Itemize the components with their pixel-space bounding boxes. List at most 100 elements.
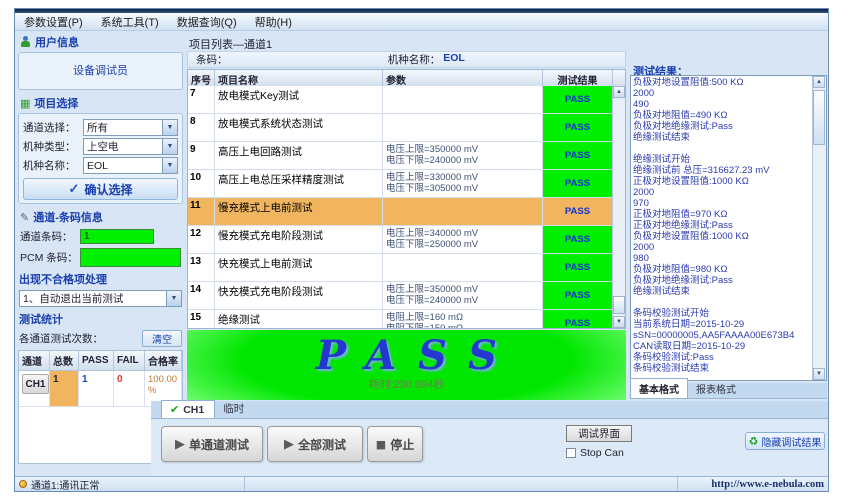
tab-temp[interactable]: 临时 [215, 399, 254, 418]
tab-report-format[interactable]: 报表格式 [688, 379, 744, 398]
result-format-tabs: 基本格式 报表格式 [630, 383, 827, 399]
chevron-down-icon[interactable]: ▼ [162, 120, 177, 135]
stop-can-checkbox[interactable] [566, 448, 576, 458]
header-no: 序号 [188, 70, 215, 86]
table-row[interactable]: 10 高压上电总压采样精度测试 电压上限=330000 mV 电压下限=3050… [188, 170, 625, 198]
tab-temp-label: 临时 [223, 401, 244, 416]
app-window: 参数设置(P) 系统工具(T) 数据查询(Q) 帮助(H) 用户信息 设备调试员… [14, 8, 829, 492]
debug-panel-button[interactable]: 调试界面 [566, 425, 632, 442]
table-row[interactable]: 8 放电模式系统状态测试 PASS [188, 114, 625, 142]
row-result: PASS [543, 86, 613, 113]
status-bar-spacer [245, 477, 678, 491]
user-info-box: 设备调试员 [18, 52, 183, 90]
status-bar: 通道1:通讯正常 http://www.e-nebula.com [15, 476, 828, 491]
stop-can-label: Stop Can [580, 447, 624, 459]
single-channel-test-button[interactable]: ▶ 单通道测试 [161, 426, 263, 462]
chevron-down-icon[interactable]: ▼ [162, 139, 177, 154]
check-icon: ✔ [170, 403, 179, 416]
pass-banner: PASS 耗时:230.094秒 [187, 330, 626, 400]
stats-channel-cell[interactable]: CH1 [22, 374, 49, 394]
menu-item-data-query[interactable]: 数据查询(Q) [168, 12, 246, 32]
row-result: PASS [543, 226, 613, 253]
elapsed-time-label: 耗时:230.094秒 [187, 376, 626, 392]
play-icon: ▶ [284, 437, 294, 452]
chevron-down-icon[interactable]: ▼ [166, 291, 181, 306]
model-name-caption: 机种名称： [388, 52, 441, 67]
stats-header-fail: FAIL [114, 351, 145, 371]
hide-results-button[interactable]: ♻ 隐藏调试结果 [745, 432, 825, 450]
table-row[interactable]: 7 放电模式Key测试 PASS [188, 86, 625, 114]
all-test-button[interactable]: ▶ 全部测试 [267, 426, 363, 462]
menu-item-system-tools[interactable]: 系统工具(T) [92, 12, 168, 32]
table-row[interactable]: 9 高压上电回路测试 电压上限=350000 mV 电压下限=240000 mV… [188, 142, 625, 170]
scrollbar-thumb[interactable] [613, 296, 625, 314]
table-header-row: 序号 项目名称 参数 测试结果 [188, 70, 625, 86]
table-scrollbar[interactable]: ▲ ▼ [612, 86, 625, 328]
table-row[interactable]: 14 快充模式充电阶段测试 电压上限=350000 mV 电压下限=240000… [188, 282, 625, 310]
stop-button[interactable]: ■ 停止 [367, 426, 423, 462]
table-row-selected[interactable]: 11 慢充模式上电前测试 PASS [188, 198, 625, 226]
hide-results-label: 隐藏调试结果 [761, 434, 821, 449]
pcm-barcode-label: PCM 条码： [20, 250, 80, 265]
clear-button[interactable]: 清空 [142, 330, 182, 347]
scroll-down-icon[interactable]: ▼ [613, 316, 625, 328]
channel-status-text: 通道1:通讯正常 [31, 477, 99, 492]
fail-handling-title: 出现不合格项处理 [17, 269, 184, 288]
project-select-title: 项目选择 [34, 95, 78, 111]
row-param [383, 86, 543, 113]
scroll-down-icon[interactable]: ▼ [813, 368, 825, 380]
row-no: 7 [188, 86, 215, 113]
table-row[interactable]: 13 快充模式上电前测试 PASS [188, 254, 625, 282]
channel-barcode-label: 通道条码： [20, 229, 80, 244]
scroll-up-icon[interactable]: ▲ [813, 76, 825, 88]
menu-item-param-settings[interactable]: 参数设置(P) [15, 12, 92, 32]
row-param: 电压上限=330000 mV 电压下限=305000 mV [383, 170, 543, 197]
model-type-dropdown[interactable]: 上空电 ▼ [83, 138, 178, 155]
user-role-label: 设备调试员 [23, 56, 178, 86]
status-url-text: http://www.e-nebula.com [678, 477, 828, 491]
table-row[interactable]: 15 绝缘测试 电阻上限=160 mΩ 电阻下限=150 mΩ PASS [188, 310, 625, 329]
header-param: 参数 [383, 70, 543, 86]
row-name: 慢充模式上电前测试 [215, 198, 383, 225]
row-result: PASS [543, 254, 613, 281]
project-select-box: 通道选择： 所有 ▼ 机种类型： 上空电 ▼ 机种名称： EOL ▼ [18, 113, 183, 204]
stop-can-checkbox-row[interactable]: Stop Can [566, 447, 624, 459]
pcm-barcode-input[interactable] [80, 248, 181, 267]
model-type-value: 上空电 [84, 139, 162, 154]
row-name: 绝缘测试 [215, 310, 383, 329]
pencil-icon: ✎ [20, 211, 29, 224]
model-name-dropdown[interactable]: EOL ▼ [83, 157, 178, 174]
stats-header-channel: 通道 [19, 351, 50, 371]
row-result: PASS [543, 142, 613, 169]
test-result-log: 负极对地设置阻值:500 KΩ 2000 490 负极对地阻值=490 KΩ 负… [633, 77, 811, 379]
channel-select-dropdown[interactable]: 所有 ▼ [83, 119, 178, 136]
scrollbar-thumb[interactable] [813, 90, 825, 145]
row-name: 放电模式系统状态测试 [215, 114, 383, 141]
model-name-label: 机种名称： [23, 158, 83, 173]
confirm-select-label: 确认选择 [84, 181, 132, 198]
table-row[interactable]: 12 慢充模式充电阶段测试 电压上限=340000 mV 电压下限=250000… [188, 226, 625, 254]
main-subheader: 条码： 机种名称： EOL [187, 51, 626, 68]
test-result-log-box[interactable]: 负极对地设置阻值:500 KΩ 2000 490 负极对地阻值=490 KΩ 负… [630, 75, 827, 381]
confirm-select-button[interactable]: ✓ 确认选择 [23, 178, 178, 200]
tab-ch1-label: CH1 [183, 404, 204, 416]
header-result: 测试结果 [543, 70, 613, 86]
scroll-up-icon[interactable]: ▲ [613, 86, 625, 98]
row-result: PASS [543, 198, 613, 225]
model-name-value: EOL [84, 160, 162, 172]
barcode-info-header: ✎ 通道-条码信息 [17, 207, 184, 227]
tab-basic-format[interactable]: 基本格式 [630, 378, 688, 398]
grid-icon: ▦ [20, 97, 30, 110]
tab-ch1[interactable]: ✔ CH1 [161, 400, 215, 418]
row-result: PASS [543, 114, 613, 141]
channel-barcode-input[interactable]: 1 [80, 229, 154, 244]
row-no: 9 [188, 142, 215, 169]
chevron-down-icon[interactable]: ▼ [162, 158, 177, 173]
stats-total-cell: 1 [50, 371, 79, 407]
log-scrollbar[interactable]: ▲ ▼ [812, 76, 826, 380]
user-info-header: 用户信息 [17, 32, 184, 52]
fail-handling-dropdown[interactable]: 1、自动退出当前测试 ▼ [19, 290, 182, 307]
row-no: 13 [188, 254, 215, 281]
menu-item-help[interactable]: 帮助(H) [246, 12, 301, 32]
row-no: 15 [188, 310, 215, 329]
